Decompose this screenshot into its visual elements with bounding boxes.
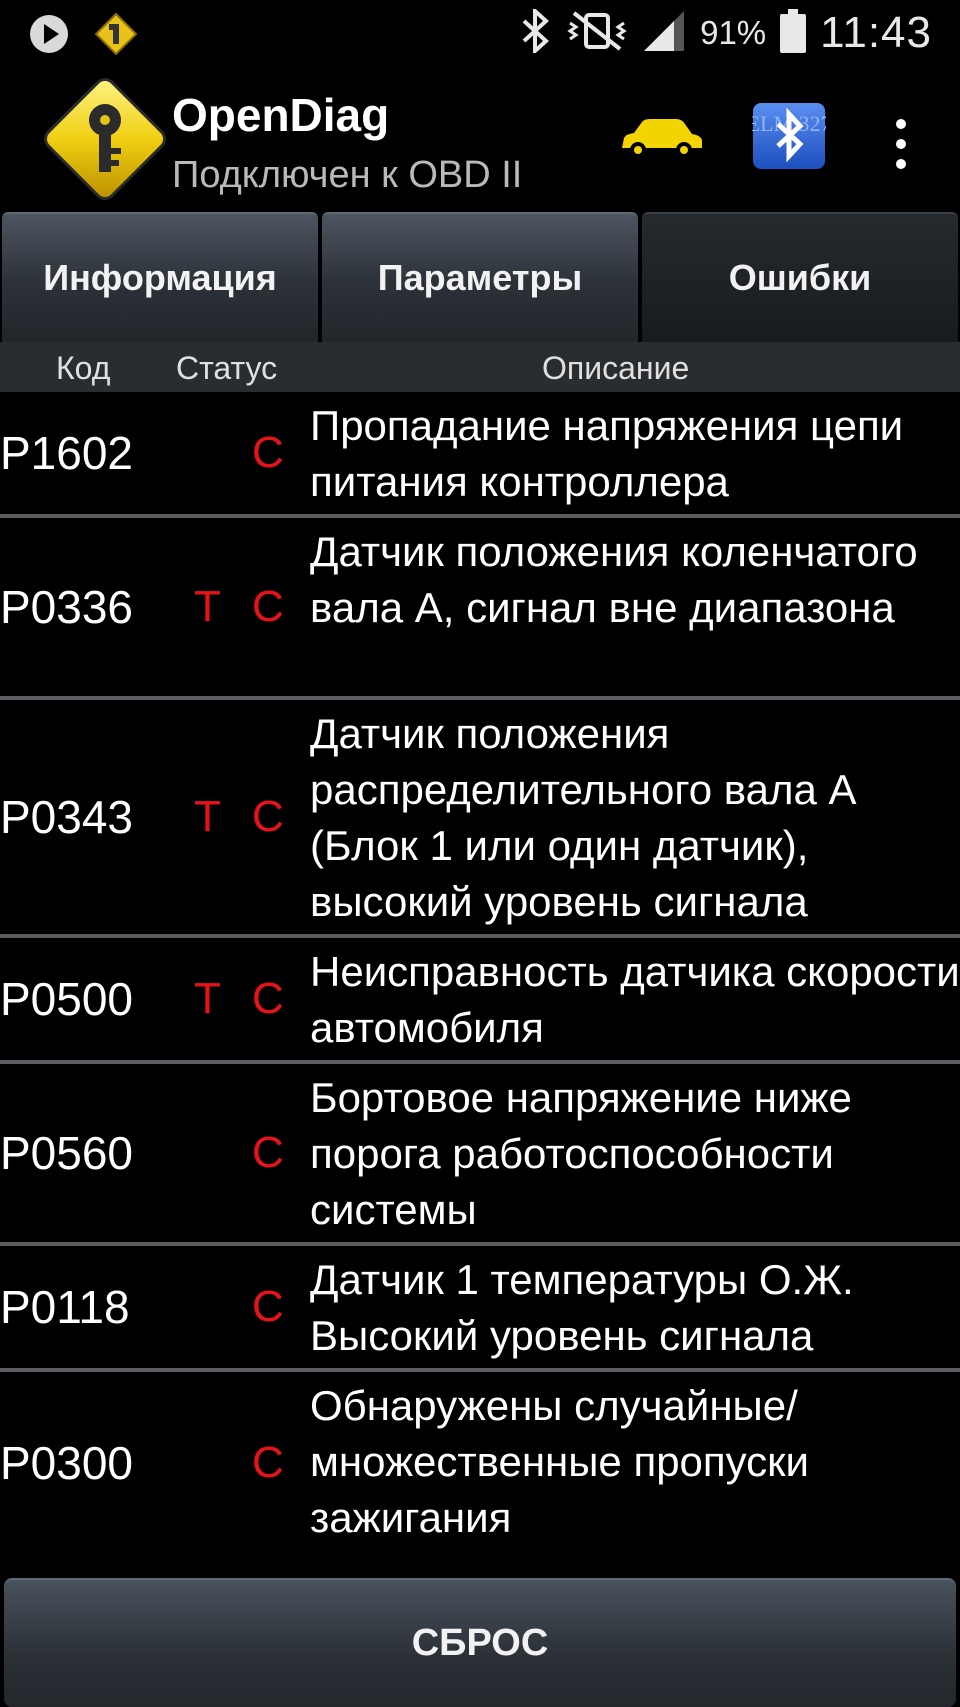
error-code: P0118 (0, 1281, 130, 1333)
error-code: P0560 (0, 1127, 134, 1179)
status-c: C (252, 428, 284, 477)
status-t: T (194, 792, 221, 841)
status-c: C (252, 1128, 284, 1177)
error-description: Датчик положения распределительного вала… (310, 710, 857, 925)
status-c: C (252, 1438, 284, 1487)
tab-parameters[interactable]: Параметры (322, 212, 638, 342)
play-icon (28, 13, 70, 60)
table-row[interactable]: P1602 C Пропадание напряжения цепи питан… (0, 392, 960, 518)
error-description: Неисправность датчика скорости автомобил… (310, 948, 960, 1051)
error-code: P0336 (0, 581, 134, 633)
column-header-description: Описание (542, 350, 690, 386)
connection-status: Подключен к OBD II (172, 154, 523, 196)
table-row[interactable]: P0118 C Датчик 1 температуры О.Ж. Высоки… (0, 1246, 960, 1372)
overflow-menu-icon[interactable] (884, 114, 918, 174)
status-bar: 91% 11:43 (0, 0, 960, 68)
table-row[interactable]: P0343 T C Датчик положения распределител… (0, 700, 960, 938)
error-code: P0500 (0, 973, 134, 1025)
table-row[interactable]: P0560 C Бортовое напряжение ниже порога … (0, 1064, 960, 1246)
column-header-status: Статус (176, 350, 278, 386)
status-t: T (194, 582, 221, 631)
vibrate-mute-icon (566, 9, 628, 58)
status-t: T (194, 974, 221, 1023)
signal-strength-icon (642, 9, 686, 58)
table-row[interactable]: P0336 T C Датчик положения коленчатого в… (0, 518, 960, 700)
error-code: P0300 (0, 1437, 134, 1489)
app-title: OpenDiag (172, 89, 390, 141)
status-c: C (252, 974, 284, 1023)
tab-information[interactable]: Информация (2, 212, 318, 342)
status-c: C (252, 582, 284, 631)
table-header: Код Статус Описание (0, 342, 960, 392)
error-description: Бортовое напряжение ниже порога работосп… (310, 1074, 852, 1233)
car-icon[interactable] (618, 114, 704, 162)
battery-icon (780, 8, 807, 58)
tab-errors[interactable]: Ошибки (642, 212, 958, 342)
error-description: Датчик 1 температуры О.Ж. Высокий уровен… (310, 1256, 854, 1359)
error-code: P0343 (0, 791, 134, 843)
error-description: Обнаружены случайные/ множественные проп… (310, 1382, 810, 1541)
error-description: Датчик положения коленчатого вала А, сиг… (310, 528, 918, 631)
table-row[interactable]: P0300 C Обнаружены случайные/ множествен… (0, 1372, 960, 1554)
table-row[interactable]: P0500 T C Неисправность датчика скорости… (0, 938, 960, 1064)
error-code: P1602 (0, 427, 134, 479)
tab-bar: Информация Параметры Ошибки (0, 212, 960, 342)
column-header-code: Код (56, 350, 111, 386)
elm327-bluetooth-icon[interactable]: ELM 327 (747, 102, 831, 170)
battery-percent: 91% (700, 14, 767, 51)
error-description: Пропадание напряжения цепи питания контр… (310, 402, 904, 505)
opendiag-notification-icon (94, 12, 138, 61)
status-c: C (252, 792, 284, 841)
reset-button[interactable]: СБРОС (4, 1578, 956, 1707)
status-c: C (252, 1282, 284, 1331)
app-logo-icon[interactable] (40, 74, 170, 204)
bluetooth-status-icon (518, 5, 552, 58)
reset-bar: СБРОС (0, 1578, 960, 1707)
error-list: P1602 C Пропадание напряжения цепи питан… (0, 392, 960, 1554)
action-bar: OpenDiag Подключен к OBD II ELM 327 (0, 68, 960, 210)
clock: 11:43 (820, 8, 932, 57)
